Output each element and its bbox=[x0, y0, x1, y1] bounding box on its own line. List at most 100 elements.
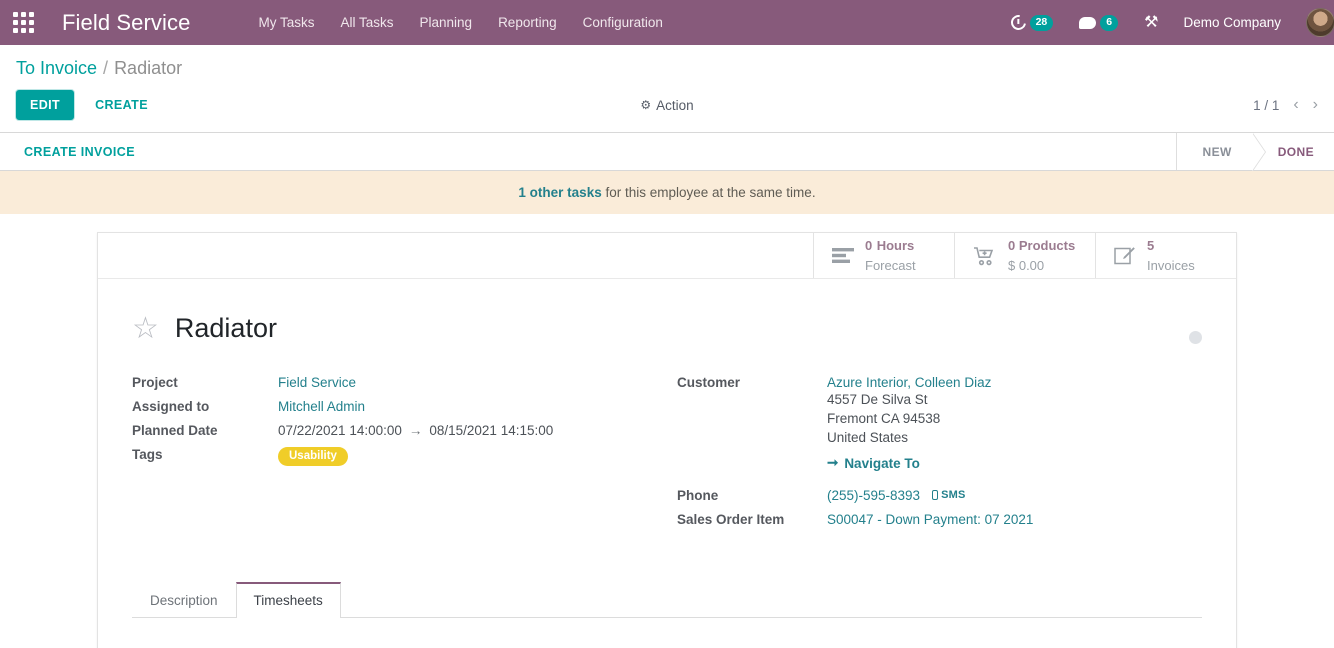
cart-plus-icon bbox=[973, 246, 997, 266]
field-project-value[interactable]: Field Service bbox=[278, 375, 356, 390]
edit-button[interactable]: EDIT bbox=[16, 90, 75, 120]
user-avatar bbox=[1306, 8, 1334, 37]
stage-done-label: DONE bbox=[1277, 144, 1314, 159]
other-tasks-link[interactable]: 1 other tasks bbox=[518, 185, 601, 200]
pager-next-icon[interactable]: › bbox=[1313, 96, 1318, 114]
field-group-left: Project Field Service Assigned to Mitche… bbox=[132, 375, 667, 536]
arrow-right-icon: → bbox=[408, 423, 423, 438]
app-brand-title[interactable]: Field Service bbox=[62, 10, 190, 36]
clock-icon bbox=[1007, 12, 1029, 33]
form-view: 0 Hours Forecast 0 Products $ 0.00 5 Inv… bbox=[0, 232, 1334, 648]
customer-address-line2: Fremont CA 94538 bbox=[827, 411, 941, 426]
forecast-hours-unit: Hours bbox=[876, 237, 915, 253]
stage-new[interactable]: NEW bbox=[1176, 133, 1266, 171]
field-assigned-value[interactable]: Mitchell Admin bbox=[278, 399, 365, 414]
field-tags-label: Tags bbox=[132, 447, 163, 462]
planned-date-start: 07/22/2021 14:00:00 bbox=[278, 423, 402, 438]
field-sales-order-label: Sales Order Item bbox=[677, 512, 785, 527]
navbar-systray: 28 6 ⚒ Demo Company bbox=[998, 0, 1334, 45]
tools-button[interactable]: ⚒ bbox=[1131, 0, 1171, 45]
forecast-hours-value: 0 bbox=[865, 237, 873, 253]
smart-button-products[interactable]: 0 Products $ 0.00 bbox=[954, 233, 1095, 278]
menu-item-configuration[interactable]: Configuration bbox=[570, 9, 676, 36]
field-phone: Phone (255)-595-8393 SMS bbox=[677, 488, 1202, 503]
field-phone-label: Phone bbox=[677, 488, 719, 503]
arrow-right-icon: ➞ bbox=[827, 455, 839, 470]
control-panel-buttons: EDIT CREATE ⚙ Action 1 / 1 ‹ › bbox=[16, 83, 1318, 132]
customer-name[interactable]: Azure Interior, Colleen Diaz bbox=[827, 375, 991, 390]
navigate-to-label: Navigate To bbox=[844, 455, 920, 471]
top-navbar: Field Service My Tasks All Tasks Plannin… bbox=[0, 0, 1334, 45]
warning-banner-text: for this employee at the same time. bbox=[601, 185, 816, 200]
smart-button-invoices[interactable]: 5 Invoices bbox=[1095, 233, 1236, 278]
field-customer: Customer Azure Interior, Colleen Diaz 45… bbox=[677, 375, 1202, 471]
sms-button[interactable]: SMS bbox=[932, 489, 965, 501]
menu-item-planning[interactable]: Planning bbox=[407, 9, 486, 36]
status-bar-actions: CREATE INVOICE bbox=[0, 133, 1176, 170]
planned-date-end: 08/15/2021 14:15:00 bbox=[429, 423, 554, 438]
breadcrumb: To Invoice / Radiator bbox=[16, 45, 1318, 83]
forecast-label: Forecast bbox=[865, 257, 916, 273]
customer-block: Azure Interior, Colleen Diaz 4557 De Sil… bbox=[827, 375, 991, 471]
warning-banner: 1 other tasks for this employee at the s… bbox=[0, 171, 1334, 214]
create-button[interactable]: CREATE bbox=[82, 91, 161, 119]
notebook-tabs: Description Timesheets bbox=[132, 582, 1202, 618]
invoices-label: Invoices bbox=[1147, 257, 1195, 273]
field-group-right: Customer Azure Interior, Colleen Diaz 45… bbox=[667, 375, 1202, 536]
sales-order-value[interactable]: S00047 - Down Payment: 07 2021 bbox=[827, 512, 1033, 527]
record-sheet: 0 Hours Forecast 0 Products $ 0.00 5 Inv… bbox=[97, 232, 1237, 648]
notebook: Description Timesheets Initially Planned… bbox=[132, 582, 1202, 648]
tab-description[interactable]: Description bbox=[132, 582, 236, 618]
menu-item-all-tasks[interactable]: All Tasks bbox=[327, 9, 406, 36]
messages-button[interactable]: 6 bbox=[1066, 0, 1131, 45]
control-panel: To Invoice / Radiator EDIT CREATE ⚙ Acti… bbox=[0, 45, 1334, 133]
forecast-bars-icon bbox=[832, 247, 854, 264]
chat-bubble-icon bbox=[1079, 16, 1097, 29]
pager-previous-icon[interactable]: ‹ bbox=[1293, 96, 1298, 114]
invoice-pencil-icon bbox=[1114, 246, 1136, 265]
company-switcher[interactable]: Demo Company bbox=[1171, 15, 1293, 30]
pager: 1 / 1 ‹ › bbox=[1253, 96, 1318, 114]
field-planned-date: Planned Date 07/22/2021 14:00:00 → 08/15… bbox=[132, 423, 667, 438]
products-value: 0 Products bbox=[1008, 237, 1076, 253]
apps-menu-button[interactable] bbox=[0, 0, 46, 45]
record-title-row: ☆ Radiator bbox=[132, 303, 1202, 344]
breadcrumb-separator: / bbox=[103, 58, 109, 78]
action-menu-label: Action bbox=[656, 97, 694, 113]
menu-item-reporting[interactable]: Reporting bbox=[485, 9, 570, 36]
tag-usability[interactable]: Usability bbox=[278, 447, 348, 466]
sheet-body: ☆ Radiator Project Field Service Assigne… bbox=[98, 279, 1236, 648]
create-invoice-button[interactable]: CREATE INVOICE bbox=[24, 145, 135, 159]
breadcrumb-parent[interactable]: To Invoice bbox=[16, 58, 97, 79]
pager-value: 1 / 1 bbox=[1253, 97, 1280, 113]
star-outline-icon[interactable]: ☆ bbox=[132, 313, 159, 344]
messages-count-badge: 6 bbox=[1100, 14, 1119, 31]
stage-new-label: NEW bbox=[1202, 144, 1232, 159]
sms-label: SMS bbox=[941, 489, 966, 501]
field-assigned-label: Assigned to bbox=[132, 399, 210, 414]
invoices-count: 5 bbox=[1147, 237, 1155, 253]
kanban-state-dot[interactable] bbox=[1189, 331, 1202, 344]
menu-item-my-tasks[interactable]: My Tasks bbox=[245, 9, 327, 36]
smart-buttons-bar: 0 Hours Forecast 0 Products $ 0.00 5 Inv… bbox=[98, 233, 1236, 279]
breadcrumb-current: Radiator bbox=[114, 58, 183, 78]
timesheets-pane: Initially Planned Hours 00:10 Progress 1… bbox=[132, 618, 1202, 648]
tools-icon: ⚒ bbox=[1144, 13, 1159, 31]
navigate-to-button[interactable]: ➞ Navigate To bbox=[827, 455, 920, 471]
products-amount-label: $ 0.00 bbox=[1008, 257, 1045, 273]
tab-timesheets[interactable]: Timesheets bbox=[235, 582, 341, 618]
gear-icon: ⚙ bbox=[640, 98, 652, 112]
user-menu-button[interactable] bbox=[1293, 0, 1334, 45]
field-project-label: Project bbox=[132, 375, 178, 390]
field-groups: Project Field Service Assigned to Mitche… bbox=[132, 375, 1202, 536]
action-menu-button[interactable]: ⚙ Action bbox=[640, 98, 693, 113]
mobile-phone-icon bbox=[932, 490, 939, 500]
status-bar: CREATE INVOICE NEW DONE bbox=[0, 133, 1334, 171]
field-assigned-to: Assigned to Mitchell Admin bbox=[132, 399, 667, 414]
field-tags: Tags Usability bbox=[132, 447, 667, 466]
activities-button[interactable]: 28 bbox=[998, 0, 1067, 45]
phone-number-value[interactable]: (255)-595-8393 bbox=[827, 488, 920, 503]
smart-button-forecast[interactable]: 0 Hours Forecast bbox=[813, 233, 954, 278]
field-planned-date-label: Planned Date bbox=[132, 423, 218, 438]
apps-grid-icon bbox=[12, 12, 34, 33]
